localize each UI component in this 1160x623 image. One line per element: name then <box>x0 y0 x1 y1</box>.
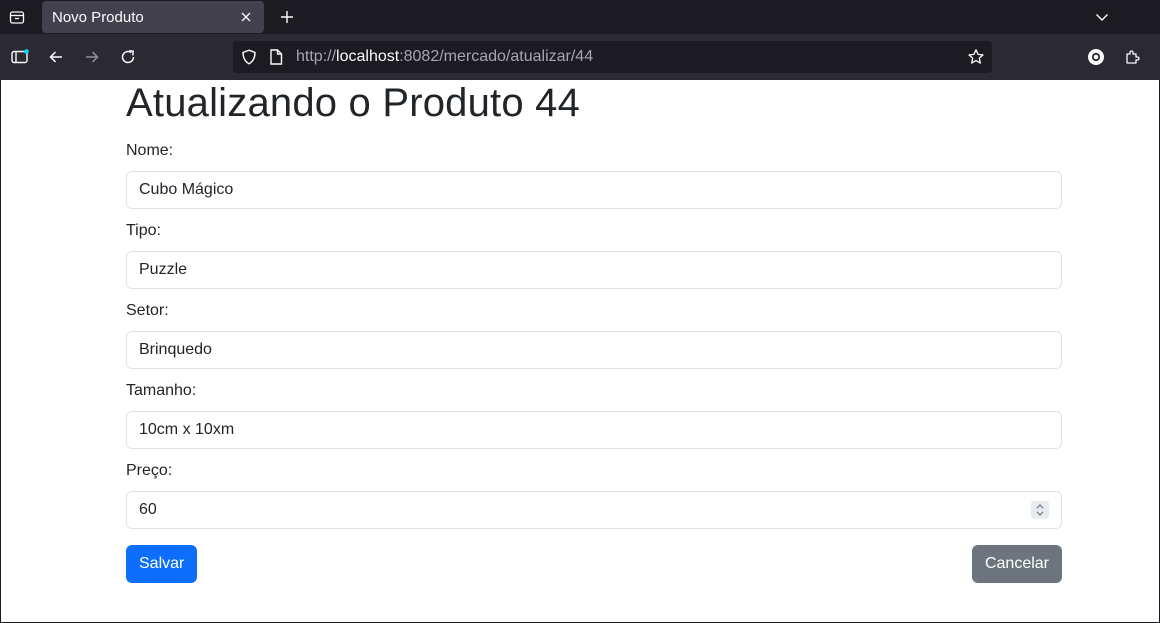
field-setor: Setor: Brinquedo <box>126 301 1062 369</box>
field-label-tamanho: Tamanho: <box>126 382 197 399</box>
site-info-button[interactable] <box>269 49 285 65</box>
form-actions: Salvar Cancelar <box>126 545 1062 583</box>
extensions-icon <box>1126 50 1140 64</box>
nome-input[interactable]: Cubo Mágico <box>126 171 1062 209</box>
url-text[interactable]: http://localhost:8082/mercado/atualizar/… <box>296 48 967 66</box>
preco-input[interactable]: 60 <box>126 491 1062 529</box>
field-label-preco: Preço: <box>126 462 173 479</box>
preco-input-value: 60 <box>139 501 157 518</box>
forward-button[interactable] <box>79 44 105 70</box>
list-all-tabs-button[interactable] <box>1090 4 1114 30</box>
tab-strip: Novo Produto <box>0 0 1160 34</box>
number-spinner[interactable] <box>1031 501 1049 519</box>
tab-overview-button[interactable] <box>4 4 30 30</box>
url-scheme: http:// <box>296 48 337 65</box>
tab-close-button[interactable] <box>238 9 254 25</box>
save-button[interactable]: Salvar <box>126 545 198 583</box>
spinner-up-icon <box>1036 504 1044 509</box>
tipo-input-value: Puzzle <box>139 261 188 278</box>
nome-input-value: Cubo Mágico <box>139 181 234 198</box>
field-tipo: Tipo: Puzzle <box>126 221 1062 289</box>
sidebar-button[interactable] <box>7 44 33 70</box>
setor-input[interactable]: Brinquedo <box>126 331 1062 369</box>
reload-icon <box>121 50 135 64</box>
page-title: Atualizando o Produto 44 <box>126 81 581 125</box>
field-label-setor: Setor: <box>126 302 169 319</box>
tamanho-input[interactable]: 10cm x 10xm <box>126 411 1062 449</box>
back-button[interactable] <box>43 44 69 70</box>
cancel-button[interactable]: Cancelar <box>971 545 1062 583</box>
url-host: localhost <box>336 48 400 65</box>
tracking-protection-button[interactable] <box>241 49 257 65</box>
field-nome: Nome: Cubo Mágico <box>126 141 1062 209</box>
spinner-down-icon <box>1036 511 1044 516</box>
extensions-button[interactable] <box>1119 44 1145 70</box>
tab-title: Novo Produto <box>52 8 144 26</box>
setor-input-value: Brinquedo <box>139 341 212 358</box>
back-arrow-icon <box>49 51 62 63</box>
forward-arrow-icon <box>86 51 99 63</box>
tipo-input[interactable]: Puzzle <box>126 251 1062 289</box>
reload-button[interactable] <box>115 44 141 70</box>
tab-overview-icon <box>9 11 25 24</box>
product-form: Atualizando o Produto 44 Nome: Cubo Mági… <box>126 80 1062 583</box>
field-preco: Preço: 60 <box>126 461 1062 529</box>
bookmark-button[interactable] <box>967 48 985 66</box>
sidebar-icon <box>11 49 29 64</box>
url-bar[interactable]: http://localhost:8082/mercado/atualizar/… <box>233 41 992 73</box>
close-icon <box>241 12 251 22</box>
navigation-toolbar: http://localhost:8082/mercado/atualizar/… <box>0 34 1160 80</box>
browser-window: Novo Produto http://localhost:8082/merca… <box>0 0 1160 623</box>
url-path: :8082/mercado/atualizar/44 <box>399 48 594 65</box>
field-label-tipo: Tipo: <box>126 222 161 239</box>
new-tab-button[interactable] <box>274 4 300 30</box>
page-icon <box>270 49 283 65</box>
tab-active[interactable]: Novo Produto <box>42 1 264 33</box>
star-icon <box>968 49 984 64</box>
account-button[interactable] <box>1083 44 1109 70</box>
shield-icon <box>242 49 256 65</box>
account-icon <box>1088 49 1104 65</box>
chevron-down-icon <box>1096 14 1108 21</box>
tamanho-input-value: 10cm x 10xm <box>139 421 235 438</box>
field-label-nome: Nome: <box>126 142 174 159</box>
field-tamanho: Tamanho: 10cm x 10xm <box>126 381 1062 449</box>
plus-icon <box>281 11 293 23</box>
page-viewport: Atualizando o Produto 44 Nome: Cubo Mági… <box>1 80 1159 622</box>
